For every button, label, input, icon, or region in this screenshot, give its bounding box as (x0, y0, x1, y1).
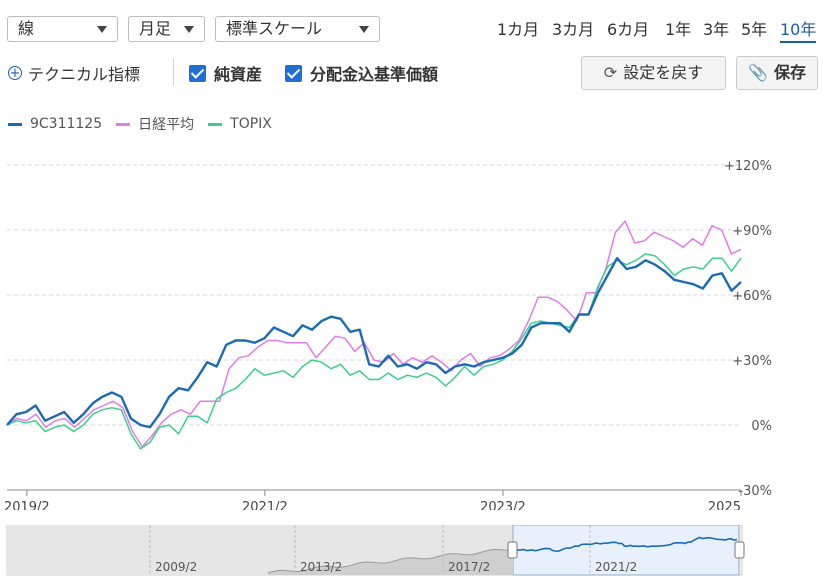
legend-label: 9C311125 (30, 116, 103, 132)
period-3y[interactable]: 3年 (703, 16, 729, 40)
chart-type-select[interactable]: 線 (7, 16, 118, 42)
scale-value: 標準スケール (226, 19, 323, 38)
legend-item-nikkei[interactable]: 日経平均 (116, 114, 194, 134)
series-line-fund (6, 256, 742, 429)
period-3m[interactable]: 3カ月 (552, 16, 594, 40)
series-line-nikkei (6, 220, 742, 448)
refresh-icon: ⟳ (603, 63, 618, 82)
navigator-label: 2009/2 (155, 560, 197, 574)
navigator-label: 2013/2 (300, 560, 342, 574)
checkbox-distribution-label: 分配金込基準価額 (310, 65, 439, 84)
checkbox-net-assets[interactable]: 純資産 (189, 61, 262, 85)
x-tick-label: 2025 (708, 500, 741, 510)
legend-swatch (208, 122, 223, 126)
period-6m[interactable]: 6カ月 (607, 16, 649, 40)
legend-swatch (116, 122, 131, 126)
x-tick-label: 2021/2 (242, 500, 288, 510)
save-button[interactable]: 📎 保存 (736, 56, 818, 90)
y-tick-label: +90% (732, 224, 772, 239)
navigator-left-handle[interactable] (507, 541, 518, 559)
divider (173, 59, 174, 85)
technical-indicator-label: テクニカル指標 (28, 65, 141, 84)
range-navigator[interactable]: 2009/2 2013/2 2017/2 2021/2 (0, 525, 823, 577)
navigator-right-handle[interactable] (734, 541, 745, 559)
chevron-down-icon (97, 26, 107, 33)
period-10y[interactable]: 10年 (780, 16, 817, 43)
period-1m[interactable]: 1カ月 (497, 16, 539, 40)
performance-chart[interactable]: -30% 0% +30% +60% +90% +120% 2019/2 2021/2 2023/… (0, 140, 823, 510)
legend-label: TOPIX (230, 116, 272, 132)
legend-item-fund[interactable]: 9C311125 (8, 116, 102, 132)
chevron-down-icon (184, 26, 194, 33)
paperclip-icon: 📎 (748, 63, 768, 82)
checkbox-distribution-nav[interactable]: 分配金込基準価額 (285, 61, 438, 85)
y-tick-label: +60% (732, 289, 772, 304)
technical-indicator-button[interactable]: + テクニカル指標 (8, 61, 140, 85)
y-tick-label: 0% (751, 419, 772, 434)
y-tick-label: -30% (738, 484, 772, 499)
chart-type-value: 線 (18, 19, 35, 38)
save-label: 保存 (773, 63, 806, 82)
checkbox-checked-icon (285, 64, 302, 82)
chart-legend: 9C311125 日経平均 TOPIX (8, 114, 286, 134)
scale-select[interactable]: 標準スケール (215, 16, 380, 42)
navigator-label: 2017/2 (448, 560, 490, 574)
y-tick-label: +120% (724, 159, 772, 174)
x-tick-label: 2019/2 (4, 500, 50, 510)
period-5y[interactable]: 5年 (741, 16, 767, 40)
navigator-label: 2021/2 (595, 560, 637, 574)
checkbox-checked-icon (189, 64, 206, 82)
period-1y[interactable]: 1年 (665, 16, 691, 40)
legend-item-topix[interactable]: TOPIX (208, 116, 272, 132)
interval-value: 月足 (139, 19, 172, 38)
interval-select[interactable]: 月足 (128, 16, 205, 42)
legend-label: 日経平均 (138, 117, 195, 133)
checkbox-net-assets-label: 純資産 (214, 65, 263, 84)
series-line-topix (6, 253, 742, 450)
y-tick-label: +30% (732, 354, 772, 369)
legend-swatch (8, 122, 22, 126)
chevron-down-icon (359, 26, 369, 33)
x-tick-label: 2023/2 (480, 500, 526, 510)
reset-settings-button[interactable]: ⟳ 設定を戻す (581, 56, 726, 90)
reset-label: 設定を戻す (623, 63, 704, 82)
plus-circle-icon: + (8, 66, 22, 81)
